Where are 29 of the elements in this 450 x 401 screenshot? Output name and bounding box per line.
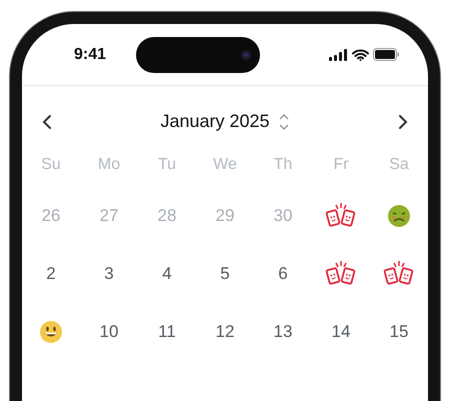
nauseated-face-icon[interactable] <box>387 204 411 228</box>
date-number[interactable]: 4 <box>162 261 172 287</box>
weekday-label: Fr <box>332 155 350 175</box>
chevron-left-icon <box>42 114 52 130</box>
status-time: 9:41 <box>74 44 106 64</box>
weekday-label: Sa <box>388 155 410 175</box>
date-number[interactable]: 12 <box>216 319 234 345</box>
weekday-label: We <box>212 155 238 175</box>
chevron-right-icon <box>398 114 408 130</box>
date-number[interactable]: 10 <box>100 319 118 345</box>
grinning-face-icon[interactable] <box>39 320 63 344</box>
camera-icon <box>240 48 252 60</box>
date-number[interactable]: 5 <box>220 261 230 287</box>
date-number[interactable]: 11 <box>158 319 176 345</box>
date-number[interactable]: 2 <box>46 261 56 287</box>
weekday-label: Su <box>40 155 62 175</box>
chevron-up-down-icon[interactable] <box>278 112 290 132</box>
weekday-label: Th <box>272 155 294 175</box>
date-number[interactable]: 3 <box>104 261 114 287</box>
wifi-icon <box>352 48 369 60</box>
date-number[interactable]: 6 <box>278 261 288 287</box>
battery-icon <box>373 48 400 61</box>
date-number[interactable]: 14 <box>332 319 350 345</box>
date-number[interactable]: 13 <box>274 319 292 345</box>
signal-icon <box>329 48 348 60</box>
weekday-label: Mo <box>96 155 122 175</box>
weekday-label: Tu <box>156 155 178 175</box>
month-title: January 2025 <box>160 110 270 133</box>
date-number[interactable]: 15 <box>390 319 408 345</box>
